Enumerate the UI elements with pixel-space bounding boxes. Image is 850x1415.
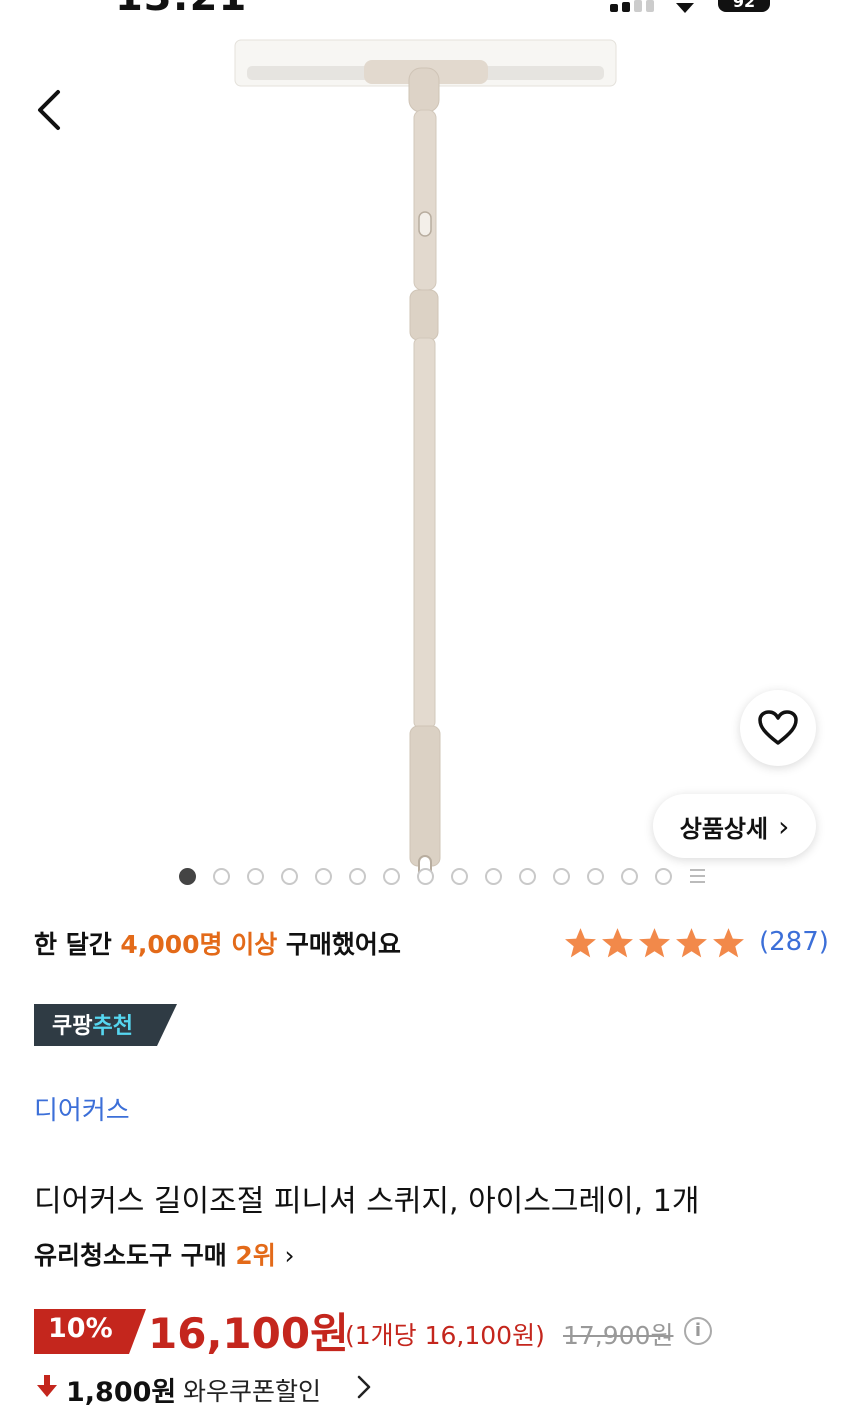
arrow-down-icon [37,1375,57,1397]
back-icon [38,90,60,130]
category-ranking-link[interactable]: 유리청소도구 구매 2위 › [34,1236,295,1272]
pagination-dot[interactable] [553,867,570,885]
buyers-count: 4,000명 이상 [120,930,278,959]
pagination-dot[interactable] [655,867,672,885]
signal-icon [610,0,654,12]
pagination-dot[interactable] [383,867,400,885]
heart-icon [758,710,798,745]
pagination-dot[interactable] [417,867,434,885]
image-pagination[interactable] [179,866,707,886]
chevron-right-icon: › [284,1241,295,1270]
pagination-dot[interactable] [315,867,332,885]
star-icon [602,928,633,958]
review-count-link[interactable]: (287) [759,927,829,957]
pagination-dot[interactable] [213,867,230,885]
pagination-dot[interactable] [179,867,196,885]
pagination-dot[interactable] [485,867,502,885]
discount-rate: 10% [48,1313,113,1344]
pagination-dot[interactable] [519,867,536,885]
star-icon [639,928,670,958]
sale-price: 16,100원 [148,1309,349,1358]
pagination-dot[interactable] [621,867,638,885]
unit-price: (1개당 16,100원) [345,1321,545,1350]
coupon-amount: 1,800원 [66,1377,177,1408]
ranking-rank: 2위 [235,1241,276,1270]
status-time: 13:21 [115,0,247,20]
chevron-right-icon[interactable] [356,1374,372,1400]
brand-link[interactable]: 디어커스 [34,1090,130,1127]
chevron-right-icon: › [778,809,790,843]
product-detail-button[interactable]: 상품상세 › [653,794,816,858]
pagination-dot[interactable] [247,867,264,885]
pagination-dot[interactable] [349,867,366,885]
wifi-icon [672,0,698,13]
original-price: 17,900원 [563,1321,674,1350]
product-detail-label: 상품상세 [679,814,769,843]
badge-part2: 추천 [92,1014,133,1039]
info-icon[interactable]: i [684,1317,712,1345]
coupon-label[interactable]: 와우쿠폰할인 [183,1372,321,1408]
wishlist-button[interactable] [740,690,816,766]
back-button[interactable] [28,82,78,138]
pagination-dot[interactable] [587,867,604,885]
pagination-dot[interactable] [281,867,298,885]
buyers-suffix: 구매했어요 [277,930,401,959]
rating-stars[interactable] [563,926,746,960]
pagination-dot[interactable] [451,867,468,885]
product-image[interactable] [0,28,850,888]
grid-icon[interactable] [689,867,707,885]
monthly-buyers-text: 한 달간 4,000명 이상 구매했어요 [34,925,401,961]
product-title: 디어커스 길이조절 피니셔 스퀴지, 아이스그레이, 1개 [34,1184,700,1219]
badge-label: 쿠팡추천 [52,1008,133,1040]
battery-indicator: 92 [718,0,770,12]
buyers-prefix: 한 달간 [34,930,121,959]
star-icon [676,928,707,958]
badge-part1: 쿠팡 [52,1014,93,1039]
star-icon [565,928,596,958]
star-icon [713,928,744,958]
ranking-category: 유리청소도구 구매 [34,1241,236,1270]
